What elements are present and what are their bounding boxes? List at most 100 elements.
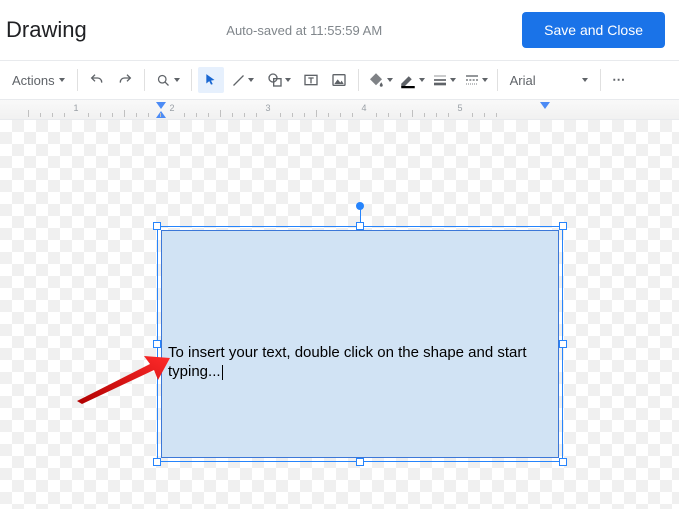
ruler-tick [244,113,245,117]
ruler-tick [52,113,53,117]
horizontal-ruler[interactable]: 1 2 3 4 5 [0,100,679,120]
ruler-tick [136,113,137,117]
ruler-tick [196,113,197,117]
redo-icon [117,72,133,88]
fill-color-button[interactable] [365,67,395,93]
select-tool[interactable] [198,67,224,93]
shape-icon [267,72,283,88]
ruler-tick [100,113,101,117]
border-dash-button[interactable] [461,67,491,93]
ruler-tick [64,113,65,117]
ruler-number: 2 [169,103,174,113]
text-cursor [222,365,223,380]
ruler-tick [160,113,161,117]
ruler-number: 5 [457,103,462,113]
more-button[interactable]: ⋯ [607,67,633,93]
separator [77,69,78,91]
caret-down-icon [482,78,488,82]
shape-tool[interactable] [262,67,296,93]
font-label: Arial [510,73,536,88]
resize-handle-nw[interactable] [153,222,161,230]
separator [191,69,192,91]
caret-down-icon [59,78,65,82]
border-weight-icon [432,72,448,88]
caret-down-icon [387,78,393,82]
separator [358,69,359,91]
actions-menu[interactable]: Actions [6,67,71,93]
annotation-arrow-icon [72,346,172,406]
ruler-tick [484,113,485,117]
ruler-tick [304,113,305,117]
drawing-canvas[interactable]: To insert your text, double click on the… [0,120,679,509]
resize-handle-se[interactable] [559,458,567,466]
caret-down-icon [248,78,254,82]
first-line-indent-marker[interactable] [156,102,166,109]
resize-handle-sw[interactable] [153,458,161,466]
ruler-tick [496,113,497,117]
resize-handle-e[interactable] [559,340,567,348]
ruler-tick [148,113,149,117]
ruler-tick [352,113,353,117]
ruler-tick [400,113,401,117]
resize-handle-s[interactable] [356,458,364,466]
ruler-tick [328,113,329,117]
ruler-tick [124,110,125,117]
border-color-button[interactable] [397,67,427,93]
border-color-icon [399,71,417,89]
ruler-tick [280,113,281,117]
ruler-tick [436,113,437,117]
left-indent-marker[interactable] [156,111,166,118]
ruler-tick [40,113,41,117]
ruler-tick [316,110,317,117]
resize-handle-w[interactable] [153,340,161,348]
caret-down-icon [419,78,425,82]
undo-button[interactable] [84,67,110,93]
ruler-tick [208,113,209,117]
fill-icon [367,71,385,89]
image-tool[interactable] [326,67,352,93]
undo-icon [89,72,105,88]
ruler-tick [388,113,389,117]
dialog-title: Drawing [6,17,87,43]
save-and-close-button[interactable]: Save and Close [522,12,665,48]
caret-down-icon [174,78,180,82]
ruler-number: 3 [265,103,270,113]
caret-down-icon [285,78,291,82]
line-tool[interactable] [226,67,260,93]
ruler-tick [112,113,113,117]
ruler-tick [28,110,29,117]
autosave-status: Auto-saved at 11:55:59 AM [226,23,382,38]
ruler-tick [376,113,377,117]
ruler-tick [424,113,425,117]
more-icon: ⋯ [612,72,627,88]
ruler-tick [292,113,293,117]
separator [144,69,145,91]
toolbar: Actions [0,60,679,100]
border-weight-button[interactable] [429,67,459,93]
dialog-header: Drawing Auto-saved at 11:55:59 AM Save a… [0,0,679,60]
textbox-tool[interactable] [298,67,324,93]
zoom-dropdown[interactable] [151,67,185,93]
ruler-tick [256,113,257,117]
rotation-handle[interactable] [356,202,364,210]
font-select[interactable]: Arial [504,73,594,88]
ruler-tick [184,113,185,117]
redo-button[interactable] [112,67,138,93]
separator [497,69,498,91]
ruler-number: 1 [73,103,78,113]
ruler-tick [88,113,89,117]
ruler-tick [412,110,413,117]
ruler-tick [472,113,473,117]
ruler-number: 4 [361,103,366,113]
resize-handle-n[interactable] [356,222,364,230]
caret-down-icon [582,78,588,82]
separator [600,69,601,91]
caret-down-icon [450,78,456,82]
zoom-icon [156,73,171,88]
actions-label: Actions [12,73,55,88]
border-dash-icon [464,72,480,88]
ruler-tick [448,113,449,117]
shape-text-content[interactable]: To insert your text, double click on the… [168,343,552,381]
right-indent-marker[interactable] [540,102,550,109]
resize-handle-ne[interactable] [559,222,567,230]
